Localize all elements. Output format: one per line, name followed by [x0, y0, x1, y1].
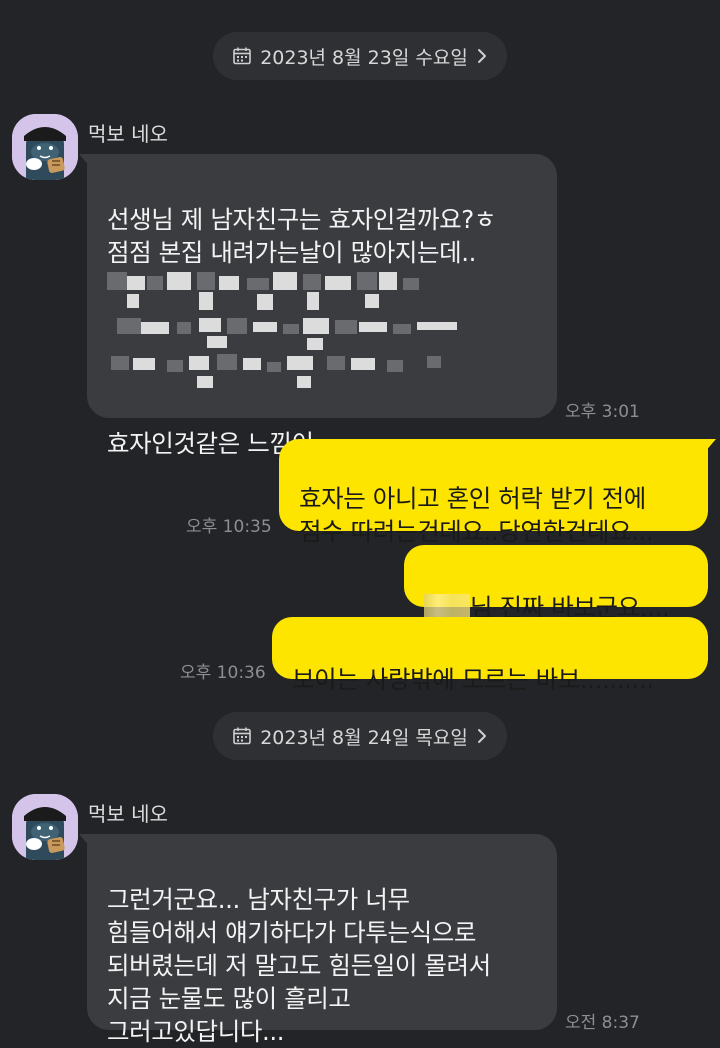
- date-label: 2023년 8월 23일 수요일: [260, 46, 468, 69]
- message-text: 그런거군요... 남자친구가 너무 힘들어해서 얘기하다가 다투는식으로 되버렸…: [107, 885, 491, 1046]
- message-time: 오전 8:37: [565, 1013, 640, 1033]
- chevron-right-icon: [476, 727, 488, 745]
- calendar-icon: [232, 46, 252, 66]
- message-text: 효자는 아니고 혼인 허락 받기 전에 점수 따려는건데요..당연한건데요...: [299, 484, 654, 546]
- message-time: 오후 10:35: [186, 517, 272, 537]
- sender-name: 먹보 네오: [88, 802, 168, 826]
- message-bubble-incoming[interactable]: 선생님 제 남자친구는 효자인걸까요?ㅎ 점점 본집 내려가는날이 많아지는데.…: [79, 154, 557, 458]
- chevron-right-icon: [476, 47, 488, 65]
- calendar-icon: [232, 726, 252, 746]
- censored-text-mosaic: [107, 272, 457, 388]
- date-divider[interactable]: 2023년 8월 24일 목요일: [213, 712, 507, 760]
- neo-character-icon: [12, 114, 78, 180]
- neo-character-icon: [12, 794, 78, 860]
- message-time: 오후 10:36: [180, 663, 266, 683]
- message-bubble-outgoing[interactable]: 효자는 아니고 혼인 허락 받기 전에 점수 따려는건데요..당연한건데요...: [279, 439, 716, 546]
- message-bubble-incoming[interactable]: 그런거군요... 남자친구가 너무 힘들어해서 얘기하다가 다투는식으로 되버렸…: [79, 834, 557, 1046]
- message-time: 오후 3:01: [565, 402, 640, 422]
- date-label: 2023년 8월 24일 목요일: [260, 726, 468, 749]
- sender-name: 먹보 네오: [88, 122, 168, 146]
- message-text: 선생님 제 남자친구는 효자인걸까요?ㅎ 점점 본집 내려가는날이 많아지는데.…: [107, 205, 497, 267]
- message-bubble-outgoing[interactable]: 보이는 사랑밖에 모르는 바보..........: [272, 617, 708, 694]
- date-divider[interactable]: 2023년 8월 23일 수요일: [213, 32, 507, 80]
- message-bubble-outgoing[interactable]: 님 진짜 바보군요....: [404, 545, 708, 622]
- avatar[interactable]: [12, 114, 78, 180]
- avatar[interactable]: [12, 794, 78, 860]
- message-text: 보이는 사랑밖에 모르는 바보..........: [292, 665, 654, 694]
